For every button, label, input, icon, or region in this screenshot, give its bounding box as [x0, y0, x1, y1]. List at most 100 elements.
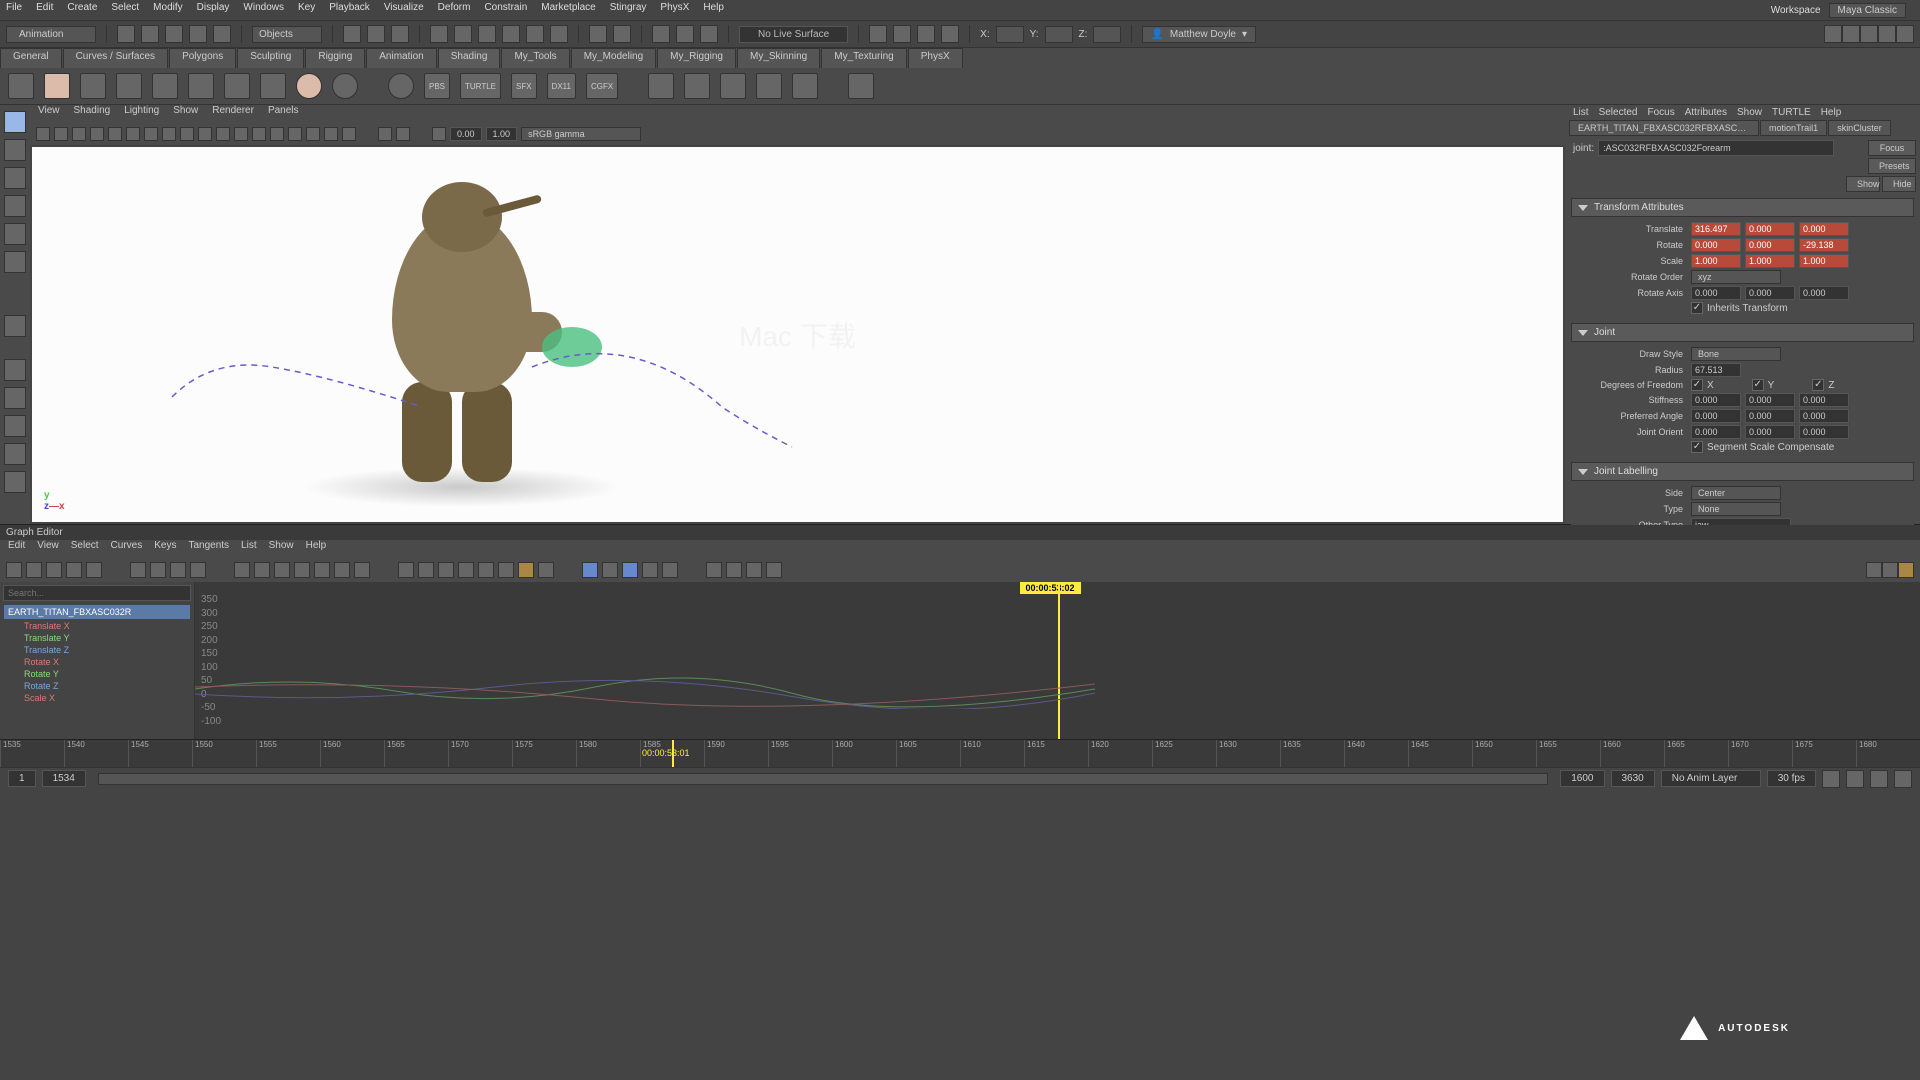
- field-chart-icon[interactable]: [306, 127, 320, 141]
- attr-menu-show[interactable]: Show: [1737, 107, 1762, 118]
- undo-icon[interactable]: [189, 25, 207, 43]
- menu-physx[interactable]: PhysX: [660, 2, 689, 18]
- select-by-component-icon[interactable]: [391, 25, 409, 43]
- shelf-tab-rigging[interactable]: Rigging: [305, 48, 365, 68]
- rotate-axis-x[interactable]: 0.000: [1691, 286, 1741, 300]
- pref-angle-z[interactable]: 0.000: [1799, 409, 1849, 423]
- safe-action-icon[interactable]: [324, 127, 338, 141]
- menu-set-selector[interactable]: Animation: [6, 26, 96, 43]
- menu-constrain[interactable]: Constrain: [484, 2, 527, 18]
- ge-buffer-icon[interactable]: [398, 562, 414, 578]
- persp-pane-icon[interactable]: [4, 471, 26, 493]
- shelf-brush-icon[interactable]: [848, 73, 874, 99]
- rotate-x[interactable]: 0.000: [1691, 238, 1741, 252]
- motion-blur-icon[interactable]: [162, 127, 176, 141]
- shelf-playblast-icon[interactable]: [684, 73, 710, 99]
- smooth-shade-icon[interactable]: [72, 127, 86, 141]
- shelf-tab-physx[interactable]: PhysX: [908, 48, 963, 68]
- last-tool[interactable]: [4, 315, 26, 337]
- ge-menu-select[interactable]: Select: [71, 540, 99, 558]
- use-lights-icon[interactable]: [108, 127, 122, 141]
- script-editor-icon[interactable]: [1894, 770, 1912, 788]
- attr-menu-focus[interactable]: Focus: [1647, 107, 1674, 118]
- viewport[interactable]: y z—x Mac 下载: [32, 147, 1563, 522]
- ge-menu-tangents[interactable]: Tangents: [188, 540, 229, 558]
- shelf-sfx-button[interactable]: SFX: [511, 73, 537, 99]
- shelf-tab-curves[interactable]: Curves / Surfaces: [63, 48, 168, 68]
- shelf-turtle-button[interactable]: TURTLE: [460, 73, 501, 99]
- panel-menu-shading[interactable]: Shading: [74, 105, 111, 123]
- shelf-render-sphere-icon[interactable]: [388, 73, 414, 99]
- ge-normalized-icon[interactable]: [642, 562, 658, 578]
- tool-settings-icon[interactable]: [1878, 25, 1896, 43]
- ge-stepped-tangent-icon[interactable]: [294, 562, 310, 578]
- shelf-star-icon[interactable]: [792, 73, 818, 99]
- attr-menu-selected[interactable]: Selected: [1599, 107, 1638, 118]
- ge-insert-key-icon[interactable]: [26, 562, 42, 578]
- rotate-tool[interactable]: [4, 223, 26, 245]
- shelf-dx11-button[interactable]: DX11: [547, 73, 576, 99]
- two-pane-icon[interactable]: [4, 415, 26, 437]
- panel-menu-panels[interactable]: Panels: [268, 105, 299, 123]
- ge-menu-edit[interactable]: Edit: [8, 540, 25, 558]
- shelf-gear-icon[interactable]: [8, 73, 34, 99]
- ge-bookmark-icon[interactable]: [1882, 562, 1898, 578]
- radius-field[interactable]: 67.513: [1691, 363, 1741, 377]
- ge-break-tangent-icon[interactable]: [438, 562, 454, 578]
- shelf-sun-icon[interactable]: [116, 73, 142, 99]
- single-pane-icon[interactable]: [4, 359, 26, 381]
- ge-renormalize-icon[interactable]: [662, 562, 678, 578]
- shadows-icon[interactable]: [126, 127, 140, 141]
- ge-retime-icon[interactable]: [86, 562, 102, 578]
- segment-scale-checkbox[interactable]: [1691, 441, 1703, 453]
- ge-menu-list[interactable]: List: [241, 540, 257, 558]
- stiffness-y[interactable]: 0.000: [1745, 393, 1795, 407]
- film-gate-icon[interactable]: [252, 127, 266, 141]
- open-scene-icon[interactable]: [141, 25, 159, 43]
- shelf-tab-sculpting[interactable]: Sculpting: [237, 48, 304, 68]
- ge-region-icon[interactable]: [66, 562, 82, 578]
- anim-end-field[interactable]: 3630: [1611, 770, 1655, 787]
- ge-channel-item[interactable]: Translate Z: [0, 644, 194, 656]
- stiffness-z[interactable]: 0.000: [1799, 393, 1849, 407]
- coord-y-input[interactable]: [1045, 26, 1073, 43]
- hide-button[interactable]: Hide: [1882, 176, 1916, 192]
- safe-title-icon[interactable]: [342, 127, 356, 141]
- ge-menu-view[interactable]: View: [37, 540, 59, 558]
- menu-modify[interactable]: Modify: [153, 2, 182, 18]
- ge-auto-tangent-icon[interactable]: [354, 562, 370, 578]
- shelf-clapboard-icon[interactable]: [648, 73, 674, 99]
- attr-menu-help[interactable]: Help: [1821, 107, 1842, 118]
- side-dropdown[interactable]: Center: [1691, 486, 1781, 500]
- shelf-area-light-icon[interactable]: [224, 73, 250, 99]
- shelf-tab-mytools[interactable]: My_Tools: [501, 48, 569, 68]
- coord-z-input[interactable]: [1093, 26, 1121, 43]
- attr-menu-turtle[interactable]: TURTLE: [1772, 107, 1811, 118]
- autokey-icon[interactable]: [1822, 770, 1840, 788]
- shelf-material-icon[interactable]: [44, 73, 70, 99]
- transform-header[interactable]: Transform Attributes: [1571, 198, 1914, 217]
- scale-z[interactable]: 1.000: [1799, 254, 1849, 268]
- snap-view-icon[interactable]: [550, 25, 568, 43]
- lock-icon[interactable]: [613, 25, 631, 43]
- ge-channel-item[interactable]: Translate X: [0, 620, 194, 632]
- coord-x-input[interactable]: [996, 26, 1024, 43]
- shelf-tab-polygons[interactable]: Polygons: [169, 48, 236, 68]
- exposure-icon[interactable]: [432, 127, 446, 141]
- ge-post-infinity-icon[interactable]: [726, 562, 742, 578]
- ge-pre-infinity-icon[interactable]: [706, 562, 722, 578]
- translate-z[interactable]: 0.000: [1799, 222, 1849, 236]
- history-out-icon[interactable]: [676, 25, 694, 43]
- rotate-order-dropdown[interactable]: xyz: [1691, 270, 1781, 284]
- menu-windows[interactable]: Windows: [243, 2, 284, 18]
- type-dropdown[interactable]: None: [1691, 502, 1781, 516]
- attr-tab-skincluster[interactable]: skinCluster: [1828, 120, 1891, 136]
- joint-labelling-header[interactable]: Joint Labelling: [1571, 462, 1914, 481]
- ge-time-snap-icon[interactable]: [518, 562, 534, 578]
- ge-add-bookmark-icon[interactable]: [1866, 562, 1882, 578]
- ge-value-snap-icon[interactable]: [538, 562, 554, 578]
- attr-menu-list[interactable]: List: [1573, 107, 1589, 118]
- channel-box-icon[interactable]: [1896, 25, 1914, 43]
- show-button[interactable]: Show: [1846, 176, 1880, 192]
- ge-center-icon[interactable]: [170, 562, 186, 578]
